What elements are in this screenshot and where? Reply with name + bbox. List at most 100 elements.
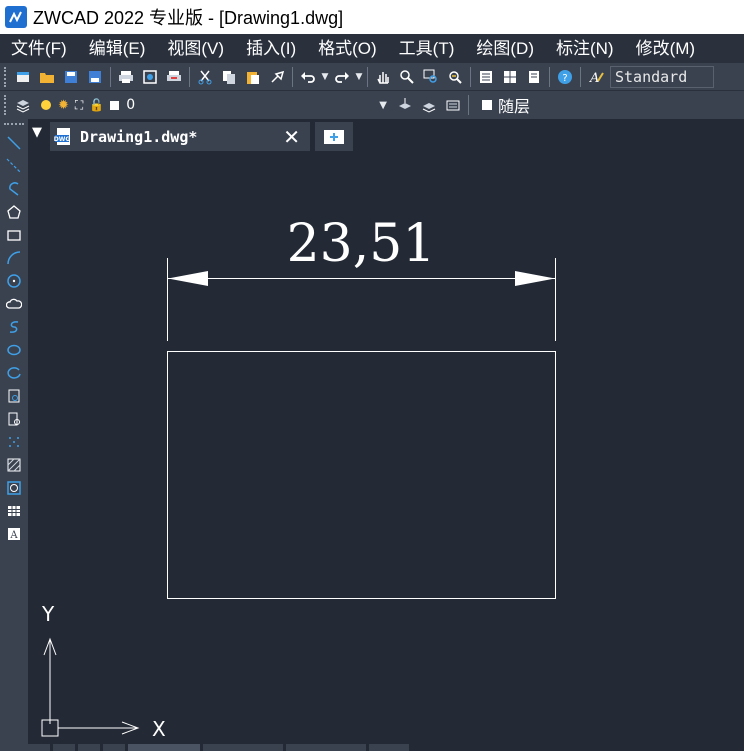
document-tab[interactable]: DWG Drawing1.dwg* ✕ — [50, 122, 310, 151]
color-select[interactable]: 随层 — [476, 94, 530, 116]
arc-icon[interactable] — [0, 246, 28, 269]
cut-icon[interactable] — [195, 67, 215, 87]
text-style-select[interactable]: Standard — [610, 65, 714, 88]
tool-palettes-icon[interactable] — [524, 67, 544, 87]
layer-lock-icon[interactable]: 🔓 — [89, 98, 104, 112]
toolbar-separator — [468, 95, 469, 115]
toolbar-separator — [549, 66, 550, 87]
toolbar-grip[interactable] — [4, 123, 24, 127]
menu-bar: 文件(F) 编辑(E) 视图(V) 插入(I) 格式(O) 工具(T) 绘图(D… — [0, 34, 744, 63]
document-tab-strip: ▼ DWG Drawing1.dwg* ✕ — [28, 119, 744, 151]
hatch-icon[interactable] — [0, 453, 28, 476]
drawing-canvas[interactable]: 23,51 Y X — [28, 151, 744, 751]
layer-manager-icon[interactable] — [13, 95, 33, 115]
layer-viewport-freeze-icon[interactable]: ⛶ — [75, 98, 83, 113]
ucs-y-label: Y — [41, 602, 55, 626]
window-title: ZWCAD 2022 专业版 - [Drawing1.dwg] — [33, 8, 344, 28]
plot-preview-icon[interactable] — [140, 67, 160, 87]
layer-previous-icon[interactable] — [419, 95, 439, 115]
save-icon[interactable] — [61, 67, 81, 87]
redo-dropdown-caret[interactable]: ▼ — [354, 67, 364, 87]
title-bar: ZWCAD 2022 专业版 - [Drawing1.dwg] — [0, 0, 744, 34]
toolbar-separator — [580, 66, 581, 87]
svg-text:?: ? — [562, 73, 567, 84]
make-block-icon[interactable] — [0, 407, 28, 430]
menu-edit[interactable]: 编辑(E) — [78, 34, 157, 63]
open-icon[interactable] — [37, 67, 57, 87]
paste-icon[interactable] — [243, 67, 263, 87]
zoom-previous-icon[interactable] — [445, 67, 465, 87]
menu-file[interactable]: 文件(F) — [0, 34, 78, 63]
ellipse-icon[interactable] — [0, 338, 28, 361]
table-icon[interactable] — [0, 499, 28, 522]
save-as-icon[interactable] — [85, 67, 105, 87]
insert-block-icon[interactable] — [0, 384, 28, 407]
menu-draw[interactable]: 绘图(D) — [465, 34, 545, 63]
toolbar-separator — [367, 66, 368, 87]
point-icon[interactable] — [0, 430, 28, 453]
layer-freeze-sun-icon[interactable]: ✹ — [58, 98, 69, 113]
drawn-rectangle[interactable] — [167, 351, 556, 599]
dimension-arrow-right — [515, 271, 555, 286]
ucs-x-label: X — [152, 717, 166, 741]
layout-nav-last[interactable] — [103, 744, 125, 751]
menu-tools[interactable]: 工具(T) — [388, 34, 466, 63]
copy-icon[interactable] — [219, 67, 239, 87]
close-icon[interactable]: ✕ — [283, 125, 300, 149]
line-icon[interactable] — [0, 131, 28, 154]
document-tab-label: Drawing1.dwg* — [80, 127, 198, 146]
undo-dropdown-caret[interactable]: ▼ — [320, 67, 330, 87]
text-style-icon[interactable]: A — [586, 67, 606, 87]
layout2-tab[interactable] — [286, 744, 366, 751]
help-icon[interactable]: ? — [555, 67, 575, 87]
region-icon[interactable] — [0, 476, 28, 499]
layout-nav-next[interactable] — [78, 744, 100, 751]
new-drawing-tab-button[interactable] — [315, 122, 353, 151]
layer-state-icon[interactable] — [443, 95, 463, 115]
svg-text:DWG: DWG — [54, 136, 70, 143]
match-properties-icon[interactable] — [267, 67, 287, 87]
rectangle-icon[interactable] — [0, 223, 28, 246]
layer-dropdown-caret[interactable]: ▼ — [379, 100, 387, 111]
layout-add-tab[interactable] — [369, 744, 409, 751]
layout-nav-prev[interactable] — [53, 744, 75, 751]
toolbar-grip[interactable] — [4, 66, 8, 87]
menu-modify[interactable]: 修改(M) — [625, 34, 706, 63]
polygon-icon[interactable] — [0, 200, 28, 223]
layer-color-swatch — [110, 100, 120, 110]
publish-icon[interactable] — [164, 67, 184, 87]
menu-format[interactable]: 格式(O) — [307, 34, 388, 63]
print-icon[interactable] — [116, 67, 136, 87]
properties-icon[interactable] — [476, 67, 496, 87]
spline-icon[interactable] — [0, 315, 28, 338]
dimension-text[interactable]: 23,51 — [287, 214, 436, 274]
pan-icon[interactable] — [373, 67, 393, 87]
undo-icon[interactable] — [298, 67, 318, 87]
construction-line-icon[interactable] — [0, 154, 28, 177]
dwg-file-icon: DWG — [54, 127, 74, 147]
layout1-tab[interactable] — [203, 744, 283, 751]
menu-dimension[interactable]: 标注(N) — [545, 34, 625, 63]
menu-view[interactable]: 视图(V) — [156, 34, 235, 63]
toolbar-grip[interactable] — [4, 95, 8, 115]
ellipse-arc-icon[interactable] — [0, 361, 28, 384]
redo-icon[interactable] — [332, 67, 352, 87]
layer-on-bulb-icon[interactable] — [41, 100, 51, 110]
multiline-text-icon[interactable]: A — [0, 522, 28, 545]
new-icon[interactable] — [13, 67, 33, 87]
layout-nav-first[interactable] — [28, 744, 50, 751]
zwcad-logo-icon — [5, 6, 27, 28]
make-object-layer-current-icon[interactable] — [395, 95, 415, 115]
zoom-realtime-icon[interactable] — [397, 67, 417, 87]
zoom-window-icon[interactable] — [421, 67, 441, 87]
design-center-icon[interactable] — [500, 67, 520, 87]
circle-icon[interactable] — [0, 269, 28, 292]
color-label: 随层 — [498, 97, 531, 116]
menu-insert[interactable]: 插入(I) — [235, 34, 307, 63]
revision-cloud-icon[interactable] — [0, 292, 28, 315]
model-tab[interactable] — [128, 744, 200, 751]
tab-list-dropdown-icon[interactable]: ▼ — [32, 125, 46, 143]
layer-select[interactable]: ✹ ⛶ 🔓 0 ▼ — [37, 94, 393, 116]
standard-toolbar: ▼ ▼ ? A Standard — [0, 63, 744, 91]
polyline-icon[interactable] — [0, 177, 28, 200]
